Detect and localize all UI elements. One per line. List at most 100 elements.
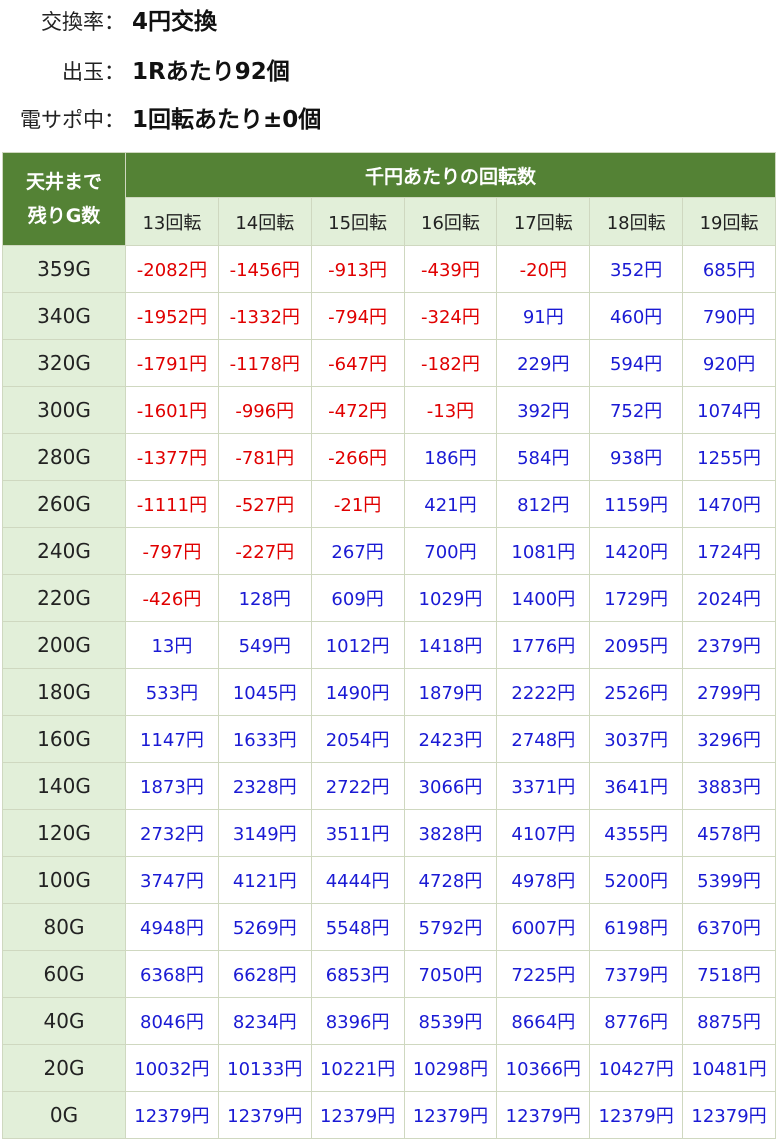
value-cell: 2095円	[589, 621, 684, 669]
table-row: 180G 533円 1045円 1490円 1879円 2222円 2526円 2799円	[2, 668, 776, 716]
value-cell: -996円	[217, 386, 312, 434]
table-row: 240G -797円 -227円 267円 700円 1081円 1420円 1724円	[2, 527, 776, 575]
value-cell: 2024円	[682, 574, 776, 622]
value-cell: 533円	[125, 668, 219, 716]
value-cell: 229円	[496, 339, 591, 387]
value-cell: 6198円	[589, 903, 684, 951]
remaining-games-label: 60G	[2, 950, 126, 998]
value-cell: -324円	[403, 292, 498, 340]
value-cell: -1111円	[125, 480, 219, 528]
value-cell: -21円	[310, 480, 405, 528]
remaining-games-label: 300G	[2, 386, 126, 434]
value-cell: 10032円	[125, 1044, 219, 1092]
table-row: 160G 1147円 1633円 2054円 2423円 2748円 3037円 3296円	[2, 715, 776, 763]
exchange-rate-value: 4円交換	[132, 9, 218, 35]
value-cell: 5548円	[310, 903, 405, 951]
value-cell: 13円	[125, 621, 219, 669]
table-row: 120G 2732円 3149円 3511円 3828円 4107円 4355円 4578円	[2, 809, 776, 857]
value-cell: 4444円	[310, 856, 405, 904]
payout-value: 1Rあたり92個	[132, 59, 290, 85]
value-cell: -2082円	[125, 245, 219, 293]
table-row: 60G 6368円 6628円 6853円 7050円 7225円 7379円 7518円	[2, 950, 776, 998]
value-cell: 1081円	[496, 527, 591, 575]
table-row: 40G 8046円 8234円 8396円 8539円 8664円 8776円 8875円	[2, 997, 776, 1045]
column-header: 14回転	[217, 197, 312, 246]
value-cell: -227円	[217, 527, 312, 575]
corner-header-line1: 天井まで	[25, 171, 102, 193]
corner-header: 天井まで 残りG数	[2, 152, 126, 246]
value-cell: 700円	[403, 527, 498, 575]
value-cell: 3149円	[217, 809, 312, 857]
value-cell: 2328円	[217, 762, 312, 810]
support-value: 1回転あたり±0個	[132, 107, 322, 133]
value-cell: 6853円	[310, 950, 405, 998]
remaining-games-label: 240G	[2, 527, 126, 575]
value-cell: 10133円	[217, 1044, 312, 1092]
column-header: 16回転	[403, 197, 498, 246]
value-cell: 3747円	[125, 856, 219, 904]
value-cell: 1470円	[682, 480, 776, 528]
exchange-rate-label: 交換率：	[41, 10, 125, 34]
support-row: 電サポ中： 1回転あたり±0個	[0, 100, 777, 140]
value-cell: 812円	[496, 480, 591, 528]
value-cell: 10366円	[496, 1044, 591, 1092]
value-cell: 584円	[496, 433, 591, 481]
value-cell: 1045円	[217, 668, 312, 716]
exchange-rate-row: 交換率： 4円交換	[0, 2, 777, 42]
value-cell: 1029円	[403, 574, 498, 622]
value-cell: 3037円	[589, 715, 684, 763]
value-cell: 685円	[682, 245, 776, 293]
value-cell: 4728円	[403, 856, 498, 904]
value-cell: 1776円	[496, 621, 591, 669]
value-cell: 1633円	[217, 715, 312, 763]
value-cell: 3066円	[403, 762, 498, 810]
value-cell: 1873円	[125, 762, 219, 810]
value-cell: -1377円	[125, 433, 219, 481]
value-cell: 790円	[682, 292, 776, 340]
remaining-games-label: 260G	[2, 480, 126, 528]
value-cell: 4948円	[125, 903, 219, 951]
remaining-games-label: 220G	[2, 574, 126, 622]
value-cell: 2379円	[682, 621, 776, 669]
value-cell: 594円	[589, 339, 684, 387]
value-cell: 1255円	[682, 433, 776, 481]
value-cell: 938円	[589, 433, 684, 481]
value-cell: 1418円	[403, 621, 498, 669]
value-cell: 8396円	[310, 997, 405, 1045]
value-cell: 2222円	[496, 668, 591, 716]
value-cell: 6370円	[682, 903, 776, 951]
table-row: 200G 13円 549円 1012円 1418円 1776円 2095円 2379円	[2, 621, 776, 669]
remaining-games-label: 80G	[2, 903, 126, 951]
value-cell: -1178円	[217, 339, 312, 387]
value-cell: -20円	[496, 245, 591, 293]
value-cell: 1490円	[310, 668, 405, 716]
value-cell: 6628円	[217, 950, 312, 998]
value-cell: 5399円	[682, 856, 776, 904]
remaining-games-label: 280G	[2, 433, 126, 481]
value-cell: 4578円	[682, 809, 776, 857]
column-header: 13回転	[125, 197, 219, 246]
value-cell: 267円	[310, 527, 405, 575]
value-cell: 5200円	[589, 856, 684, 904]
value-cell: 1147円	[125, 715, 219, 763]
value-cell: -1601円	[125, 386, 219, 434]
value-cell: 3511円	[310, 809, 405, 857]
value-cell: 3641円	[589, 762, 684, 810]
value-cell: -913円	[310, 245, 405, 293]
value-cell: 3371円	[496, 762, 591, 810]
value-cell: 2054円	[310, 715, 405, 763]
value-cell: 12379円	[403, 1091, 498, 1139]
value-cell: 2799円	[682, 668, 776, 716]
table-row: 280G -1377円 -781円 -266円 186円 584円 938円 1255円	[2, 433, 776, 481]
value-cell: 2526円	[589, 668, 684, 716]
value-cell: 7225円	[496, 950, 591, 998]
column-header: 19回転	[682, 197, 776, 246]
table-row: 20G 10032円 10133円 10221円 10298円 10366円 10427円 1…	[2, 1044, 776, 1092]
value-cell: 4355円	[589, 809, 684, 857]
value-cell: 2423円	[403, 715, 498, 763]
table-row: 100G 3747円 4121円 4444円 4728円 4978円 5200円 5399円	[2, 856, 776, 904]
value-cell: 460円	[589, 292, 684, 340]
value-cell: 4978円	[496, 856, 591, 904]
remaining-games-label: 140G	[2, 762, 126, 810]
value-cell: 2732円	[125, 809, 219, 857]
